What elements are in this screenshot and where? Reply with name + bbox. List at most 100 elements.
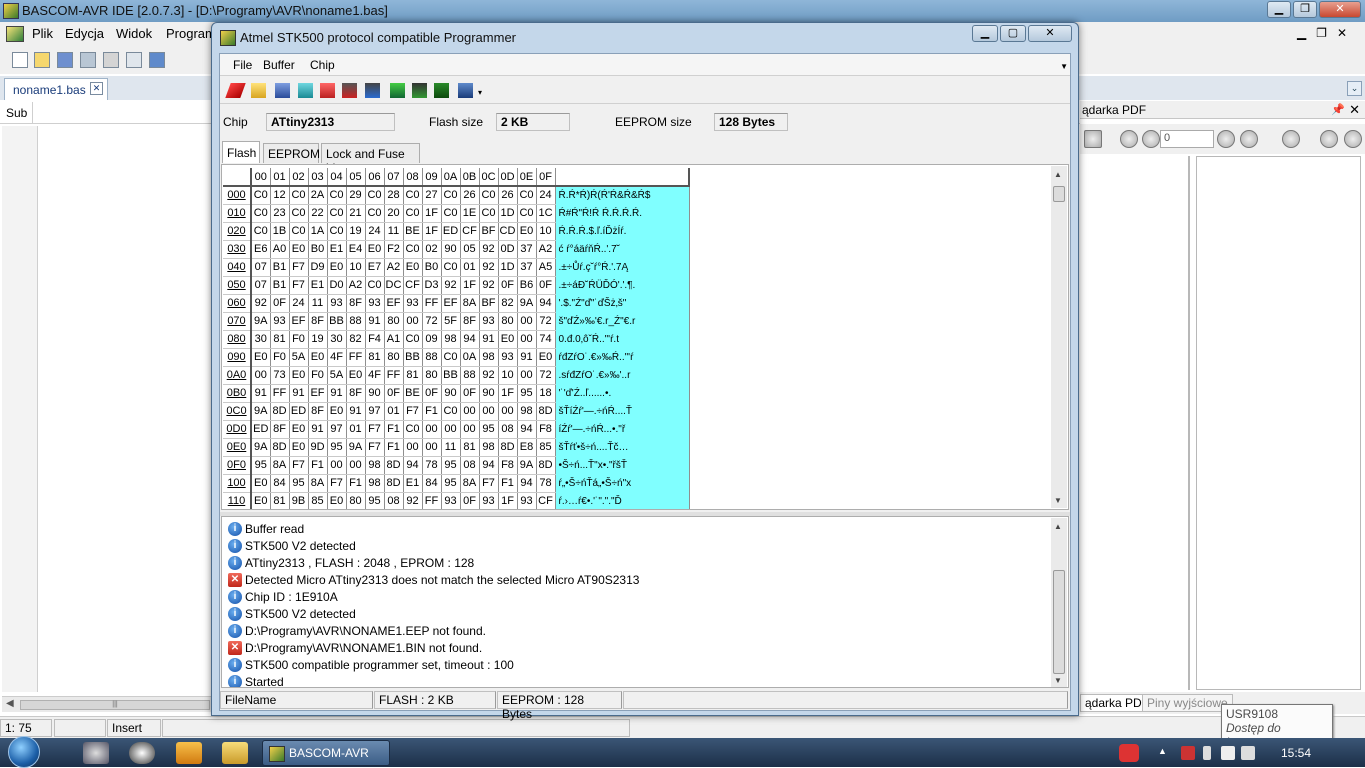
hex-byte-cell[interactable]: 24 <box>536 186 556 205</box>
hex-byte-cell[interactable]: 0A <box>460 348 480 367</box>
hex-byte-cell[interactable]: 94 <box>460 330 480 349</box>
hex-byte-cell[interactable]: 8A <box>460 474 480 493</box>
hex-byte-cell[interactable]: F1 <box>498 474 518 493</box>
hex-byte-cell[interactable]: E0 <box>289 366 309 385</box>
hex-byte-cell[interactable]: 8F <box>270 420 290 439</box>
hex-byte-cell[interactable]: CD <box>498 222 518 241</box>
hex-byte-cell[interactable]: C0 <box>441 348 461 367</box>
hex-byte-cell[interactable]: 4F <box>365 366 385 385</box>
menu-chip[interactable]: Chip <box>310 58 335 72</box>
hex-byte-cell[interactable]: 80 <box>384 312 404 331</box>
toolbar-chevron-icon[interactable]: ▾ <box>478 88 493 103</box>
hex-byte-cell[interactable]: 95 <box>517 384 537 403</box>
hex-byte-cell[interactable]: 9B <box>289 492 309 509</box>
hex-byte-cell[interactable]: C0 <box>479 204 499 223</box>
hex-byte-cell[interactable]: D9 <box>308 258 328 277</box>
hex-byte-cell[interactable]: F7 <box>327 474 347 493</box>
hex-byte-cell[interactable]: 0F <box>460 384 480 403</box>
hex-byte-cell[interactable]: F4 <box>365 330 385 349</box>
chip-info-icon[interactable] <box>412 83 427 98</box>
hex-byte-cell[interactable]: 93 <box>498 348 518 367</box>
tab-eeprom[interactable]: EEPROM <box>263 143 320 163</box>
hex-byte-cell[interactable]: 01 <box>460 258 480 277</box>
hex-byte-cell[interactable]: 12 <box>270 186 290 205</box>
hex-byte-cell[interactable]: C0 <box>365 276 385 295</box>
hex-byte-cell[interactable]: C0 <box>479 186 499 205</box>
hex-byte-cell[interactable]: 20 <box>384 204 404 223</box>
editor-horizontal-scrollbar[interactable]: ◀ ||| <box>2 696 214 712</box>
hex-byte-cell[interactable]: 90 <box>441 384 461 403</box>
hex-byte-cell[interactable]: 84 <box>270 474 290 493</box>
options-icon[interactable] <box>458 83 473 98</box>
hex-byte-cell[interactable]: 01 <box>346 420 366 439</box>
hex-byte-cell[interactable]: E0 <box>251 492 271 509</box>
hex-byte-cell[interactable]: FF <box>270 384 290 403</box>
hex-byte-cell[interactable]: 1F <box>422 222 442 241</box>
hex-byte-cell[interactable]: 1F <box>422 204 442 223</box>
hex-byte-cell[interactable]: 95 <box>479 420 499 439</box>
hex-byte-cell[interactable]: 90 <box>441 240 461 259</box>
hex-byte-cell[interactable]: 80 <box>384 348 404 367</box>
scroll-up-icon[interactable]: ▲ <box>1054 522 1062 531</box>
scroll-down-icon[interactable]: ▼ <box>1054 676 1062 685</box>
hex-byte-cell[interactable]: 93 <box>403 294 423 313</box>
hex-byte-cell[interactable]: 37 <box>517 240 537 259</box>
hex-byte-cell[interactable]: 11 <box>308 294 328 313</box>
hex-byte-cell[interactable]: E0 <box>289 420 309 439</box>
hex-byte-cell[interactable]: A5 <box>536 258 556 277</box>
hex-byte-cell[interactable]: 93 <box>327 294 347 313</box>
hex-byte-cell[interactable]: EF <box>289 312 309 331</box>
hex-byte-cell[interactable]: 92 <box>479 240 499 259</box>
hex-byte-cell[interactable]: 23 <box>270 204 290 223</box>
hex-byte-cell[interactable]: E0 <box>289 240 309 259</box>
hex-byte-cell[interactable]: C0 <box>403 186 423 205</box>
hex-byte-cell[interactable]: 80 <box>346 492 366 509</box>
hex-byte-cell[interactable]: F2 <box>384 240 404 259</box>
hex-byte-cell[interactable]: 00 <box>422 420 442 439</box>
hex-byte-cell[interactable]: E7 <box>365 258 385 277</box>
hex-byte-cell[interactable]: 94 <box>536 294 556 313</box>
hex-byte-cell[interactable]: 26 <box>460 186 480 205</box>
hex-byte-cell[interactable]: 91 <box>517 348 537 367</box>
hex-byte-cell[interactable]: 29 <box>346 186 366 205</box>
hex-byte-cell[interactable]: 92 <box>479 366 499 385</box>
hex-byte-cell[interactable]: 18 <box>536 384 556 403</box>
scroll-up-icon[interactable]: ▲ <box>1054 170 1062 179</box>
antivirus-icon[interactable] <box>1181 746 1195 760</box>
hex-byte-cell[interactable]: F7 <box>289 276 309 295</box>
hex-byte-cell[interactable]: 08 <box>460 456 480 475</box>
hex-byte-cell[interactable]: 72 <box>536 366 556 385</box>
hex-byte-cell[interactable]: 72 <box>536 312 556 331</box>
hex-byte-cell[interactable]: 00 <box>460 420 480 439</box>
hex-byte-cell[interactable]: A0 <box>270 240 290 259</box>
hex-byte-cell[interactable]: FF <box>422 294 442 313</box>
hex-byte-cell[interactable]: 00 <box>498 402 518 421</box>
next-page-icon[interactable] <box>1217 130 1235 148</box>
hex-byte-cell[interactable]: ED <box>289 402 309 421</box>
identify-chip-icon[interactable] <box>365 83 380 98</box>
hex-byte-cell[interactable]: C0 <box>403 330 423 349</box>
hex-byte-cell[interactable]: 24 <box>289 294 309 313</box>
hex-byte-cell[interactable]: 5A <box>327 366 347 385</box>
hex-byte-cell[interactable]: 82 <box>498 294 518 313</box>
hex-byte-cell[interactable]: 74 <box>536 330 556 349</box>
hex-byte-cell[interactable]: 92 <box>441 276 461 295</box>
tab-flash[interactable]: Flash <box>222 141 260 163</box>
hex-byte-cell[interactable]: 8D <box>384 474 404 493</box>
hex-byte-cell[interactable]: CF <box>403 276 423 295</box>
hex-byte-cell[interactable]: 93 <box>441 492 461 509</box>
menu-file[interactable]: File <box>233 58 252 72</box>
hex-byte-cell[interactable]: 93 <box>270 312 290 331</box>
hex-byte-cell[interactable]: 1F <box>460 276 480 295</box>
print-icon[interactable] <box>103 52 119 68</box>
hex-byte-cell[interactable]: F1 <box>422 402 442 421</box>
hex-byte-cell[interactable]: B0 <box>422 258 442 277</box>
hex-byte-cell[interactable]: 98 <box>365 456 385 475</box>
hex-byte-cell[interactable]: FF <box>346 348 366 367</box>
hex-byte-cell[interactable]: 07 <box>251 258 271 277</box>
hex-byte-cell[interactable]: 95 <box>251 456 271 475</box>
hex-byte-cell[interactable]: 22 <box>308 204 328 223</box>
hex-byte-cell[interactable]: 21 <box>346 204 366 223</box>
hex-byte-cell[interactable]: 9A <box>251 312 271 331</box>
hex-byte-cell[interactable]: 24 <box>365 222 385 241</box>
